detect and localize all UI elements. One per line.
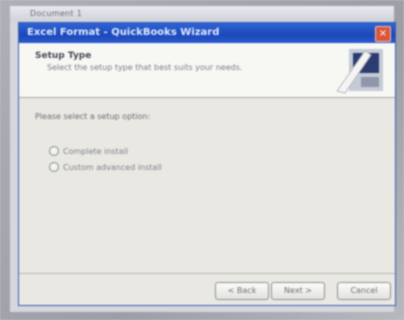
background-taskbar: Document 1	[10, 6, 394, 22]
header-subtitle: Select the setup type that best suits yo…	[47, 63, 243, 72]
option-label: Complete install	[63, 146, 129, 156]
monitor-graphic-icon	[336, 49, 383, 94]
title-bar[interactable]: Excel Format - QuickBooks Wizard ×	[19, 23, 395, 43]
wizard-footer: < Back Next > Cancel	[19, 273, 395, 306]
option-complete[interactable]: Complete install	[49, 146, 128, 156]
close-button[interactable]: ×	[375, 26, 391, 42]
radio-button[interactable]	[49, 162, 59, 172]
header-title: Setup Type	[35, 51, 92, 61]
taskbar-label: Document 1	[30, 9, 83, 18]
setup-wizard-window: Excel Format - QuickBooks Wizard × Setup…	[18, 22, 396, 306]
option-label: Custom advanced install	[63, 162, 162, 172]
wizard-header: Setup Type Select the setup type that be…	[19, 43, 395, 98]
wizard-content: Please select a setup option: Complete i…	[19, 98, 395, 273]
setup-prompt: Please select a setup option:	[35, 112, 151, 121]
radio-button[interactable]	[49, 146, 59, 156]
option-custom[interactable]: Custom advanced install	[49, 162, 162, 172]
cancel-button[interactable]: Cancel	[337, 282, 391, 300]
window-title: Excel Format - QuickBooks Wizard	[27, 27, 220, 38]
desktop-screen: Document 1 Excel Format - QuickBooks Wiz…	[10, 6, 396, 312]
next-button[interactable]: Next >	[271, 282, 325, 300]
close-icon: ×	[378, 28, 388, 39]
back-button[interactable]: < Back	[215, 282, 269, 300]
screen-bezel: Document 1 Excel Format - QuickBooks Wiz…	[0, 0, 404, 320]
